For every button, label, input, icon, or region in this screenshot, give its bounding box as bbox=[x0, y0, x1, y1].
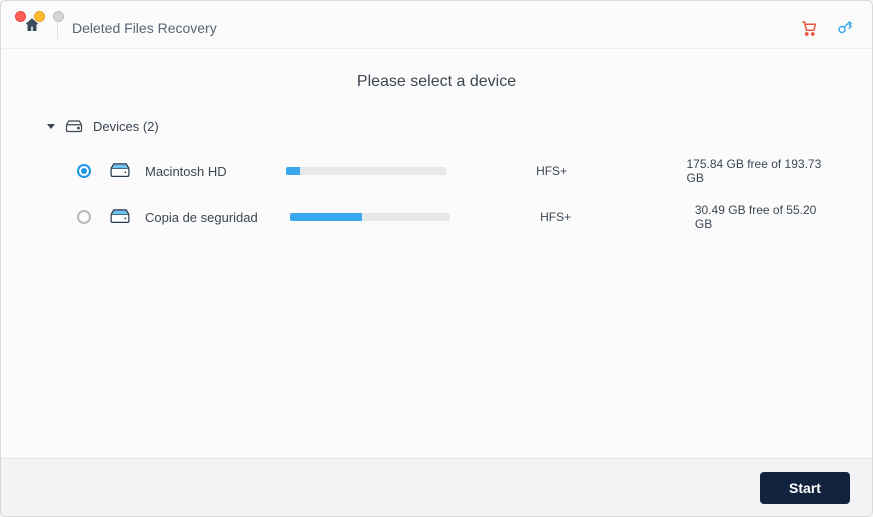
devices-group-label: Devices (2) bbox=[93, 119, 159, 134]
device-filesystem: HFS+ bbox=[536, 164, 676, 178]
device-radio[interactable] bbox=[77, 164, 91, 178]
device-radio[interactable] bbox=[77, 210, 91, 224]
usage-bar-fill bbox=[290, 213, 362, 221]
app-window: Deleted Files Recovery Please select a d… bbox=[0, 0, 873, 517]
device-name: Copia de seguridad bbox=[145, 210, 280, 225]
start-button[interactable]: Start bbox=[760, 472, 850, 504]
device-row[interactable]: Copia de seguridad HFS+ 30.49 GB free of 5… bbox=[41, 194, 832, 240]
top-actions bbox=[800, 19, 854, 37]
close-window-button[interactable] bbox=[15, 11, 26, 22]
usage-bar-fill bbox=[286, 167, 300, 175]
activate-key-button[interactable] bbox=[836, 19, 854, 37]
page-title: Deleted Files Recovery bbox=[72, 20, 217, 36]
device-list: Macintosh HD HFS+ 175.84 GB free of 193.73… bbox=[41, 148, 832, 240]
chevron-down-icon bbox=[47, 124, 55, 129]
key-icon bbox=[836, 19, 854, 37]
cart-icon bbox=[800, 19, 818, 37]
device-row[interactable]: Macintosh HD HFS+ 175.84 GB free of 193.73… bbox=[41, 148, 832, 194]
device-free-text: 30.49 GB free of 55.20 GB bbox=[695, 203, 832, 231]
usage-bar bbox=[290, 213, 450, 221]
drive-group-icon bbox=[65, 120, 83, 134]
maximize-window-button[interactable] bbox=[53, 11, 64, 22]
drive-icon bbox=[109, 163, 131, 179]
content-heading: Please select a device bbox=[41, 73, 832, 91]
drive-icon bbox=[109, 209, 131, 225]
devices-group-header[interactable]: Devices (2) bbox=[47, 119, 832, 134]
titlebar: Deleted Files Recovery bbox=[1, 1, 872, 49]
device-free-text: 175.84 GB free of 193.73 GB bbox=[686, 157, 832, 185]
minimize-window-button[interactable] bbox=[34, 11, 45, 22]
cart-button[interactable] bbox=[800, 19, 818, 37]
usage-bar bbox=[286, 167, 446, 175]
window-controls bbox=[15, 11, 64, 22]
content-area: Please select a device Devices (2) Macin… bbox=[1, 49, 872, 458]
device-filesystem: HFS+ bbox=[540, 210, 685, 224]
device-name: Macintosh HD bbox=[145, 164, 276, 179]
footer: Start bbox=[1, 458, 872, 516]
